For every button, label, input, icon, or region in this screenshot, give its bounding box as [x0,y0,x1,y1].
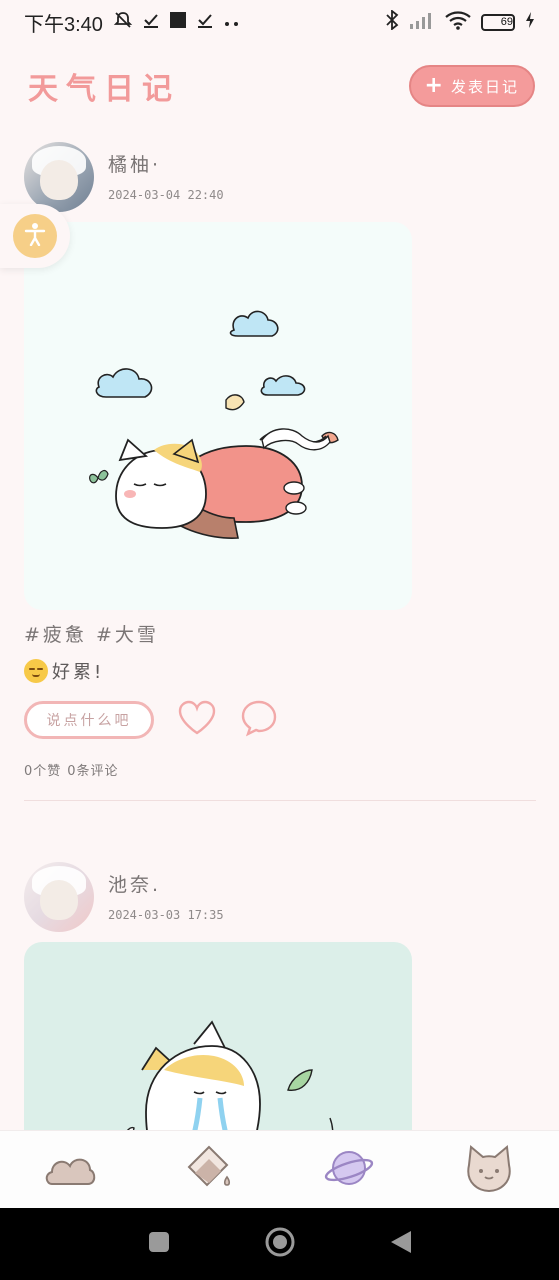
heart-icon [177,700,217,740]
app-header: 天气日记 + 发表日记 [0,48,559,124]
user-name[interactable]: 池奈. [108,870,161,897]
back-button[interactable] [389,1229,413,1259]
more-dots-icon [223,11,241,33]
accessibility-icon [24,222,46,250]
page-title: 天气日记 [28,72,180,107]
signal-icon [409,11,435,34]
bluetooth-icon [385,8,399,35]
square-icon [169,11,187,34]
bottom-nav [0,1130,559,1208]
comment-count: 0条评论 [67,764,119,779]
like-count: 0个赞 [24,764,62,779]
battery-level: 69 [500,16,513,28]
recent-apps-button[interactable] [147,1230,171,1258]
status-time: 下午3:40 [24,13,103,36]
mute-icon [113,10,133,35]
nav-draw[interactable] [180,1140,240,1200]
nav-planet[interactable] [319,1140,379,1200]
plus-icon: + [424,73,445,98]
user-name[interactable]: 橘柚· [108,150,161,177]
crying-cat-illustration [127,1020,334,1130]
post-actions: 说点什么吧 [24,700,280,740]
avatar[interactable] [24,142,94,212]
planet-icon [323,1144,375,1196]
battery-icon: 69 [481,13,515,31]
speech-bubble-icon [240,699,278,741]
accessibility-floating-button[interactable] [0,204,70,268]
charging-icon [525,11,535,34]
post-time: 2024-03-04 22:40 [108,188,224,202]
nav-profile[interactable] [459,1140,519,1200]
comment-input[interactable]: 说点什么吧 [24,701,154,739]
post-diary-label: 发表日记 [450,77,519,96]
home-button[interactable] [264,1226,296,1262]
post-content: 好累! [24,658,104,684]
comment-button[interactable] [238,700,280,740]
cloud-icon [44,1148,96,1192]
sleeping-cat-illustration [89,310,339,539]
relieved-face-icon [24,659,48,683]
brush-bucket-icon [185,1143,235,1197]
post-image[interactable] [24,222,412,610]
wifi-icon [445,10,471,35]
post-tags[interactable]: #疲惫 #大雪 [24,620,159,647]
post-time: 2024-03-03 17:35 [108,908,224,922]
nav-weather[interactable] [40,1140,100,1200]
post-content-text: 好累! [52,662,105,683]
accessibility-circle [13,214,57,258]
status-bar: 下午3:40 69 [0,0,559,44]
check-icon [197,11,213,33]
check-icon [143,11,159,33]
avatar[interactable] [24,862,94,932]
post-stats: 0个赞 0条评论 [24,760,119,779]
status-left: 下午3:40 [24,8,241,37]
status-right: 69 [385,8,535,35]
post-image[interactable] [24,942,412,1130]
like-button[interactable] [176,700,218,740]
avatar-face [40,880,78,920]
avatar-face [40,160,78,200]
diary-feed[interactable]: 橘柚· 2024-03-04 22:40 #疲惫 #大雪 好累! 说点什么吧 0… [0,124,559,1130]
cat-face-icon [463,1143,515,1197]
post-divider [24,800,536,801]
post-diary-button[interactable]: + 发表日记 [408,65,535,107]
system-nav-bar [0,1208,559,1280]
